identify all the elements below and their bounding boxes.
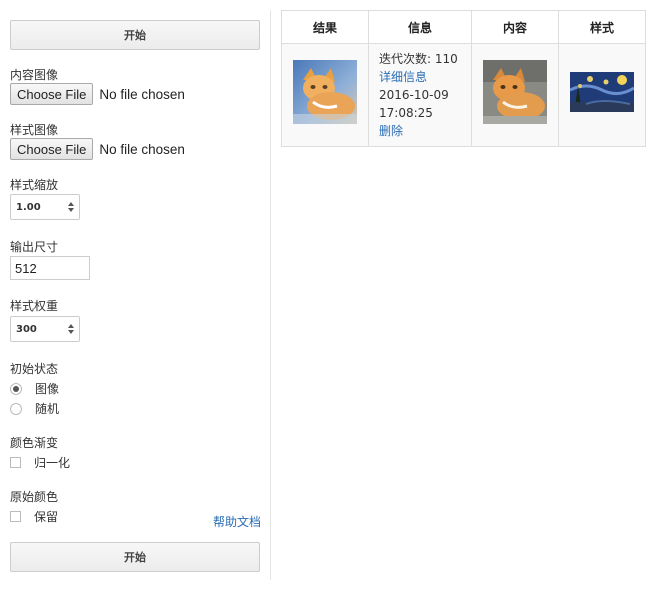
normalize-checkbox[interactable]: 归一化 [10, 454, 70, 471]
content-cell [471, 43, 559, 147]
init-state-image-radio[interactable]: 图像 [10, 380, 59, 397]
init-state-random-label: 随机 [35, 402, 60, 416]
style-starry-night-image[interactable] [570, 72, 634, 112]
table-row: 迭代次数: 110 详细信息 2016-10-09 17:08:25 删除 [281, 43, 646, 147]
style-scale-value: 1.00 [16, 201, 41, 213]
style-scale-label: 样式缩放 [10, 178, 59, 192]
col-header-info: 信息 [368, 10, 472, 44]
col-header-result: 结果 [281, 10, 369, 44]
color-gradient-label: 颜色渐变 [10, 436, 59, 450]
time-text: 17:08:25 [379, 106, 433, 120]
spinner-arrows-icon[interactable] [67, 323, 75, 335]
style-choose-file-button[interactable]: Choose File [10, 138, 94, 160]
init-state-random-radio[interactable]: 随机 [10, 400, 59, 417]
preserve-checkbox[interactable]: 保留 [10, 508, 58, 525]
results-table: 结果 信息 内容 样式 迭代次数: 110 详细信息 2016-10-09 17… [281, 10, 646, 147]
start-button-bottom[interactable]: 开始 [10, 542, 260, 572]
init-state-label: 初始状态 [10, 362, 59, 376]
style-weight-value: 300 [16, 323, 37, 335]
style-weight-spinner[interactable]: 300 [10, 316, 80, 342]
checkbox-icon[interactable] [10, 457, 21, 468]
delete-link[interactable]: 删除 [379, 122, 461, 140]
style-scale-spinner[interactable]: 1.00 [10, 194, 80, 220]
start-button-top[interactable]: 开始 [10, 20, 260, 50]
radio-checked-icon[interactable] [10, 382, 22, 395]
output-size-input[interactable]: 512 [10, 256, 90, 280]
content-choose-file-button[interactable]: Choose File [10, 83, 94, 105]
style-image-input: Choose File No file chosen [10, 138, 185, 160]
preserve-label: 保留 [34, 510, 59, 524]
details-link[interactable]: 详细信息 [379, 68, 461, 86]
iterations-text: 迭代次数: 110 [379, 52, 458, 66]
settings-panel: 开始 内容图像 Choose File No file chosen 样式图像 … [0, 0, 270, 591]
style-file-status: No file chosen [99, 141, 185, 157]
info-cell: 迭代次数: 110 详细信息 2016-10-09 17:08:25 删除 [368, 43, 472, 147]
original-color-label: 原始颜色 [10, 490, 59, 504]
col-header-style: 样式 [558, 10, 646, 44]
content-image-input: Choose File No file chosen [10, 83, 185, 105]
content-file-status: No file chosen [99, 86, 185, 102]
result-cell [281, 43, 369, 147]
normalize-label: 归一化 [34, 456, 71, 470]
style-image-label: 样式图像 [10, 123, 59, 137]
init-state-image-label: 图像 [35, 382, 60, 396]
checkbox-icon[interactable] [10, 511, 21, 522]
help-docs-link[interactable]: 帮助文档 [213, 513, 261, 530]
panel-divider [270, 10, 271, 580]
spinner-arrows-icon[interactable] [67, 201, 75, 213]
result-cat-image[interactable] [293, 60, 357, 124]
style-weight-label: 样式权重 [10, 299, 59, 313]
radio-unchecked-icon[interactable] [10, 402, 22, 415]
output-size-label: 输出尺寸 [10, 240, 59, 254]
date-text: 2016-10-09 [379, 88, 449, 102]
col-header-content: 内容 [471, 10, 559, 44]
content-cat-image[interactable] [483, 60, 547, 124]
content-image-label: 内容图像 [10, 68, 59, 82]
style-cell [558, 43, 646, 147]
